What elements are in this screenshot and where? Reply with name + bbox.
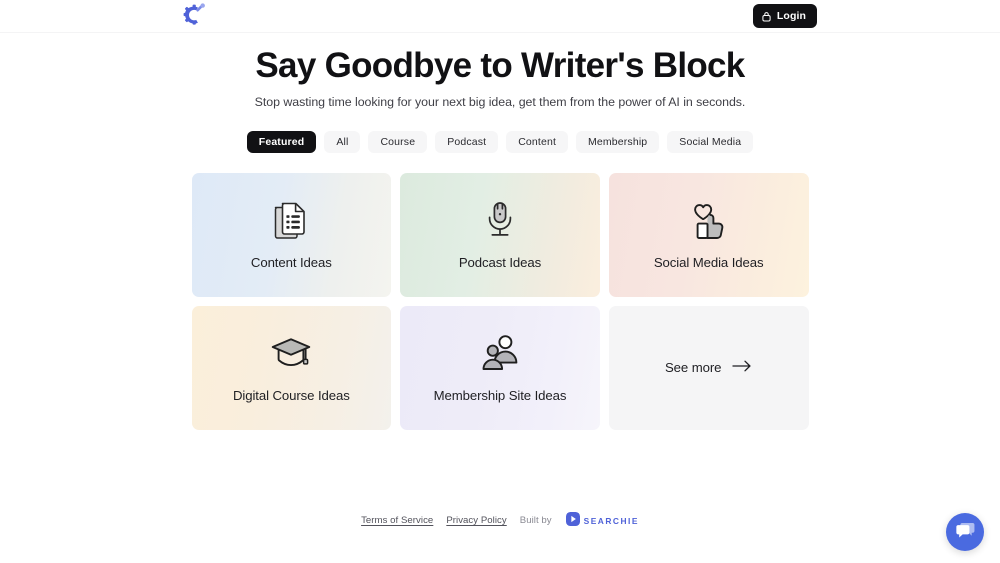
card-digital-course-ideas[interactable]: Digital Course Ideas [191,305,392,430]
card-label: Podcast Ideas [458,255,542,271]
terms-of-service-link[interactable]: Terms of Service [361,515,433,526]
page-title: Say Goodbye to Writer's Block [255,46,745,85]
card-membership-site-ideas[interactable]: Membership Site Ideas [400,305,600,430]
graduation-cap-icon [269,332,313,376]
two-people-icon [478,332,522,376]
tab-podcast[interactable]: Podcast [435,130,499,153]
card-content-ideas[interactable]: Content Ideas [191,172,392,297]
see-more-card[interactable]: See more [608,305,809,430]
login-button-label: Login [776,9,806,22]
tab-course[interactable]: Course [368,130,428,153]
chat-widget-button[interactable] [946,513,984,551]
tab-featured[interactable]: Featured [246,130,317,153]
category-filter-tabs: Featured All Course Podcast Content Memb… [0,130,1000,153]
tab-content[interactable]: Content [506,130,569,153]
card-label: Digital Course Ideas [232,388,350,404]
login-button[interactable]: Login [752,4,817,28]
tab-social-media[interactable]: Social Media [667,130,754,153]
tab-all[interactable]: All [324,130,361,153]
see-more-label: See more [664,360,722,376]
searchie-brand-logo[interactable]: SEARCHIE [565,512,639,529]
card-social-media-ideas[interactable]: Social Media Ideas [608,172,809,297]
brand-logo[interactable] [181,3,207,29]
hero-section: Say Goodbye to Writer's Block Stop wasti… [0,33,1000,109]
chat-bubbles-icon [955,520,976,545]
tab-membership[interactable]: Membership [576,130,660,153]
card-label: Content Ideas [250,255,332,271]
card-label: Membership Site Ideas [433,388,567,404]
built-by-label: Built by [519,515,552,526]
site-header: Login [0,0,1000,33]
card-label: Social Media Ideas [653,255,764,271]
card-podcast-ideas[interactable]: Podcast Ideas [400,172,600,297]
microphone-icon [481,199,519,243]
lock-icon [762,11,771,22]
searchie-wordmark: SEARCHIE [583,515,639,526]
page-subtitle: Stop wasting time looking for your next … [254,94,746,109]
idea-category-grid: Content Ideas Podcast Ideas Social Media… [191,172,809,430]
site-footer: Terms of Service Privacy Policy Built by… [0,512,1000,529]
heart-thumbs-up-icon [688,199,730,243]
arrow-right-icon [732,360,752,375]
searchie-play-icon [565,512,580,529]
searchie-gear-logo-icon [183,3,205,25]
document-list-icon [272,199,310,243]
privacy-policy-link[interactable]: Privacy Policy [446,515,506,526]
